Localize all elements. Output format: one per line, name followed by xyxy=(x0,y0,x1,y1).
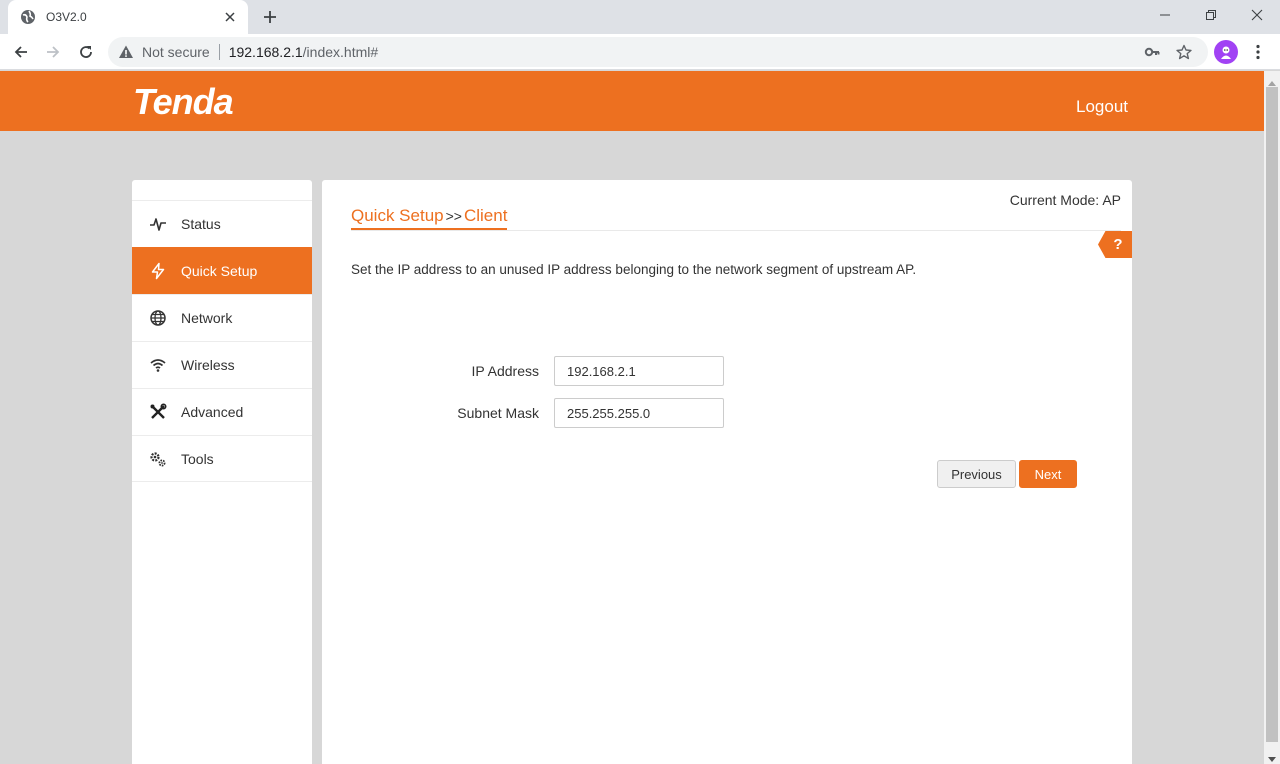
subnet-mask-label: Subnet Mask xyxy=(457,405,539,421)
sidebar-item-label: Wireless xyxy=(181,357,235,373)
sidebar-item-label: Network xyxy=(181,310,233,326)
browser-toolbar: Not secure 192.168.2.1/index.html# xyxy=(0,34,1280,70)
back-icon[interactable] xyxy=(8,39,34,65)
ip-address-input[interactable] xyxy=(554,356,724,386)
sidebar-item-quick-setup[interactable]: Quick Setup xyxy=(132,247,312,294)
sidebar-item-tools[interactable]: Tools xyxy=(132,435,312,482)
gears-icon xyxy=(149,450,167,468)
security-label[interactable]: Not secure xyxy=(142,44,210,60)
page-header: Tenda Logout xyxy=(0,71,1264,131)
sidebar-item-status[interactable]: Status xyxy=(132,200,312,247)
page-title-breadcrumb: Quick Setup >> Client xyxy=(351,206,508,230)
help-button[interactable]: ? xyxy=(1098,231,1132,258)
url-host: 192.168.2.1 xyxy=(228,44,303,60)
tab-title: O3V2.0 xyxy=(46,10,87,24)
sidebar-item-label: Advanced xyxy=(181,404,244,420)
omnibox-divider xyxy=(218,44,220,60)
ip-address-row: IP Address xyxy=(351,356,751,386)
ip-address-label: IP Address xyxy=(471,363,539,379)
profile-avatar[interactable] xyxy=(1214,40,1238,64)
tools-cross-icon xyxy=(149,403,167,421)
breadcrumb-current: Client xyxy=(463,206,508,225)
pulse-icon xyxy=(149,215,167,233)
sidebar-item-wireless[interactable]: Wireless xyxy=(132,341,312,388)
browser-tab[interactable]: O3V2.0 xyxy=(8,0,248,34)
minimize-icon[interactable] xyxy=(1142,0,1188,30)
globe-icon xyxy=(149,309,167,327)
browser-menu-icon[interactable] xyxy=(1248,40,1268,64)
scroll-down-arrow-icon[interactable] xyxy=(1268,750,1276,762)
restore-icon[interactable] xyxy=(1188,0,1234,30)
key-icon[interactable] xyxy=(1144,37,1160,67)
new-tab-icon[interactable] xyxy=(258,6,282,28)
wifi-icon xyxy=(149,356,167,374)
next-button[interactable]: Next xyxy=(1019,460,1077,488)
previous-button[interactable]: Previous xyxy=(937,460,1016,488)
lightning-icon xyxy=(149,262,167,280)
browser-tab-strip: O3V2.0 xyxy=(0,0,1280,34)
page-scrollbar[interactable] xyxy=(1264,71,1280,764)
subnet-mask-input[interactable] xyxy=(554,398,724,428)
scroll-up-arrow-icon[interactable] xyxy=(1268,75,1276,86)
svg-text:Tenda: Tenda xyxy=(133,83,233,119)
globe-favicon-icon xyxy=(20,9,36,25)
sidebar-item-network[interactable]: Network xyxy=(132,294,312,341)
forward-icon[interactable] xyxy=(40,39,66,65)
current-mode-label: Current Mode: AP xyxy=(1009,192,1121,208)
scrollbar-thumb[interactable] xyxy=(1266,87,1278,742)
breadcrumb-parent: Quick Setup xyxy=(351,206,444,225)
warning-icon[interactable] xyxy=(118,44,134,60)
sidebar-nav: Status Quick Setup Network Wireless Adva… xyxy=(132,180,312,764)
setup-description: Set the IP address to an unused IP addre… xyxy=(351,262,917,277)
sidebar-item-label: Quick Setup xyxy=(181,263,258,279)
address-bar[interactable]: Not secure 192.168.2.1/index.html# xyxy=(108,37,1208,67)
page-viewport: Tenda Logout Status Quick Setup Network xyxy=(0,71,1264,764)
close-tab-icon[interactable] xyxy=(222,9,238,25)
sidebar-item-label: Tools xyxy=(181,450,214,467)
content-panel: Current Mode: AP Quick Setup >> Client ? S… xyxy=(322,180,1132,764)
logout-link[interactable]: Logout xyxy=(1076,97,1128,117)
heading-divider xyxy=(351,230,1121,231)
breadcrumb-separator: >> xyxy=(445,208,462,224)
sidebar-item-advanced[interactable]: Advanced xyxy=(132,388,312,435)
bookmark-star-icon[interactable] xyxy=(1176,37,1192,67)
reload-icon[interactable] xyxy=(73,39,99,65)
url-path: /index.html# xyxy=(302,44,379,60)
sidebar-item-label: Status xyxy=(181,216,221,232)
tenda-logo: Tenda xyxy=(131,81,267,124)
subnet-mask-row: Subnet Mask xyxy=(351,398,751,428)
close-window-icon[interactable] xyxy=(1234,0,1280,30)
url-text[interactable]: 192.168.2.1/index.html# xyxy=(229,44,378,60)
